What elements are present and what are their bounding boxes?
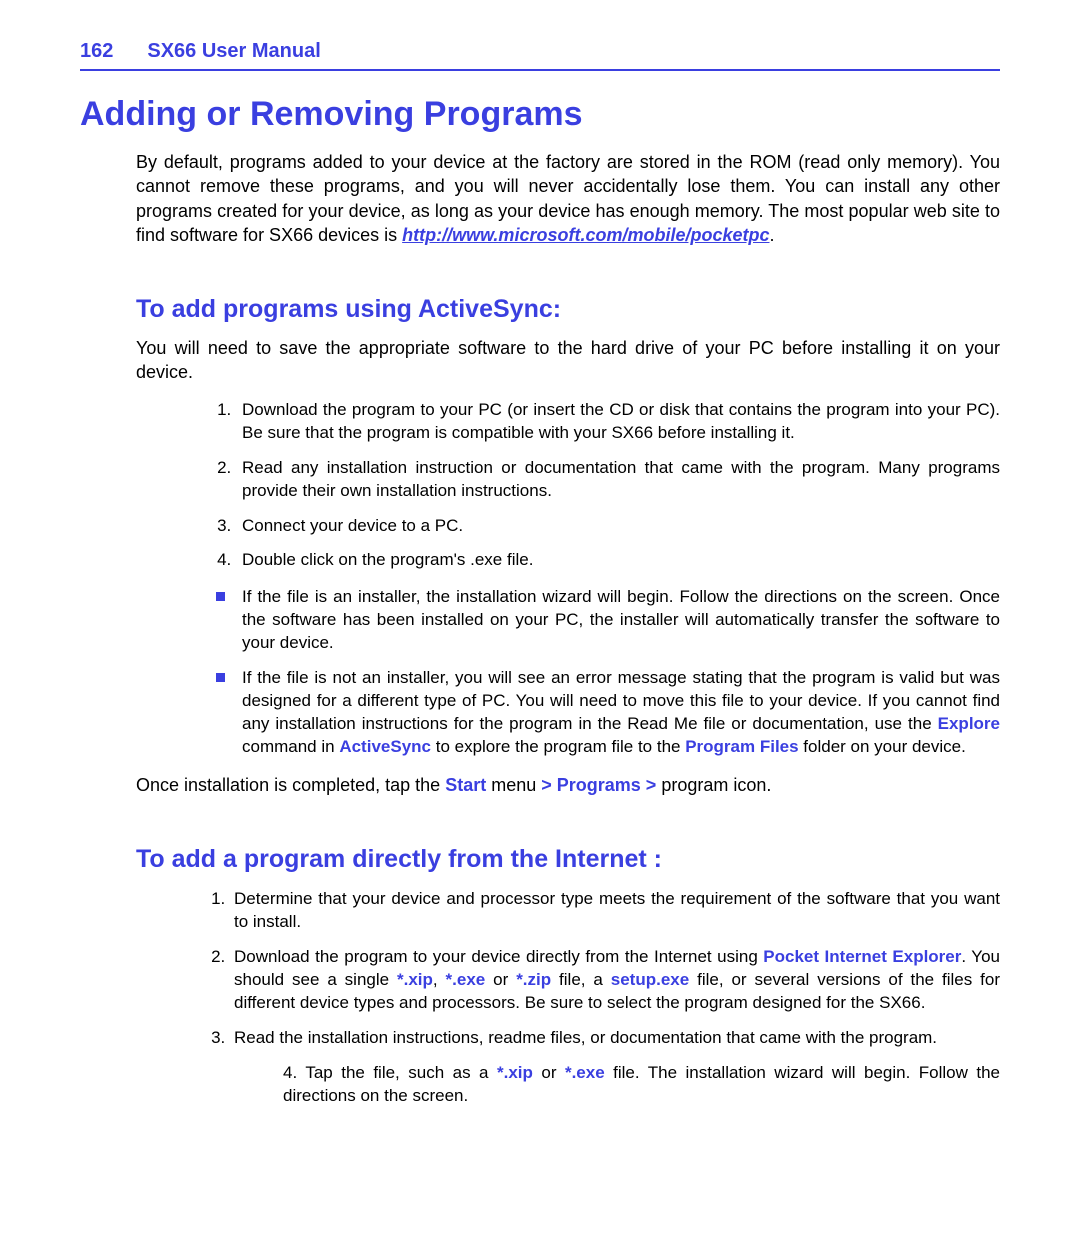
closing-text: menu [486, 775, 541, 795]
program-files-keyword: Program Files [685, 737, 798, 756]
list-item: Read the installation instructions, read… [230, 1027, 1000, 1050]
list-item: Double click on the program's .exe file. [236, 549, 1000, 572]
exe-ext: *.exe [446, 970, 486, 989]
list-item: Connect your device to a PC. [236, 515, 1000, 538]
list-item: If the file is an installer, the install… [236, 586, 1000, 655]
step-text: or [533, 1063, 565, 1082]
activesync-steps: Download the program to your PC (or inse… [80, 399, 1000, 573]
section-heading-internet: To add a program directly from the Inter… [136, 845, 1000, 874]
step-text: 4. Tap the file, such as a [283, 1063, 497, 1082]
section-heading-activesync: To add programs using ActiveSync: [136, 295, 1000, 324]
activesync-closing: Once installation is completed, tap the … [136, 773, 1000, 797]
step-text: file, a [551, 970, 611, 989]
manual-page: 162 SX66 User Manual Adding or Removing … [0, 0, 1080, 1178]
pocket-ie-keyword: Pocket Internet Explorer [763, 947, 961, 966]
step-text: or [485, 970, 516, 989]
internet-steps: Determine that your device and processor… [80, 888, 1000, 1050]
step-text: , [433, 970, 446, 989]
closing-text: program icon. [661, 775, 771, 795]
exe-ext: *.exe [565, 1063, 605, 1082]
zip-ext: *.zip [516, 970, 551, 989]
activesync-keyword: ActiveSync [339, 737, 431, 756]
note-text: command in [242, 737, 339, 756]
intro-tail: . [770, 225, 775, 245]
intro-paragraph: By default, programs added to your devic… [136, 150, 1000, 247]
explore-keyword: Explore [938, 714, 1000, 733]
closing-text: Once installation is completed, tap the [136, 775, 445, 795]
page-number: 162 [80, 40, 113, 63]
note-text: to explore the program file to the [431, 737, 685, 756]
internet-step-4: 4. Tap the file, such as a *.xip or *.ex… [283, 1062, 1000, 1108]
list-item: Determine that your device and processor… [230, 888, 1000, 934]
activesync-lead: You will need to save the appropriate so… [136, 336, 1000, 385]
xip-ext: *.xip [497, 1063, 533, 1082]
setup-exe-keyword: setup.exe [611, 970, 689, 989]
list-item: Download the program to your PC (or inse… [236, 399, 1000, 445]
chevron: > [541, 775, 557, 795]
pocketpc-link[interactable]: http://www.microsoft.com/mobile/pocketpc [402, 225, 769, 245]
page-title: Adding or Removing Programs [80, 95, 1000, 134]
list-item: If the file is not an installer, you wil… [236, 667, 1000, 759]
note-text: folder on your device. [799, 737, 966, 756]
programs-keyword: Programs [557, 775, 641, 795]
start-keyword: Start [445, 775, 486, 795]
chevron: > [641, 775, 662, 795]
manual-title: SX66 User Manual [147, 40, 320, 63]
page-header: 162 SX66 User Manual [80, 40, 1000, 71]
step-text: Download the program to your device dire… [234, 947, 763, 966]
list-item: Read any installation instruction or doc… [236, 457, 1000, 503]
list-item: Download the program to your device dire… [230, 946, 1000, 1015]
xip-ext: *.xip [397, 970, 433, 989]
note-text: If the file is not an installer, you wil… [242, 668, 1000, 733]
activesync-notes: If the file is an installer, the install… [80, 586, 1000, 759]
